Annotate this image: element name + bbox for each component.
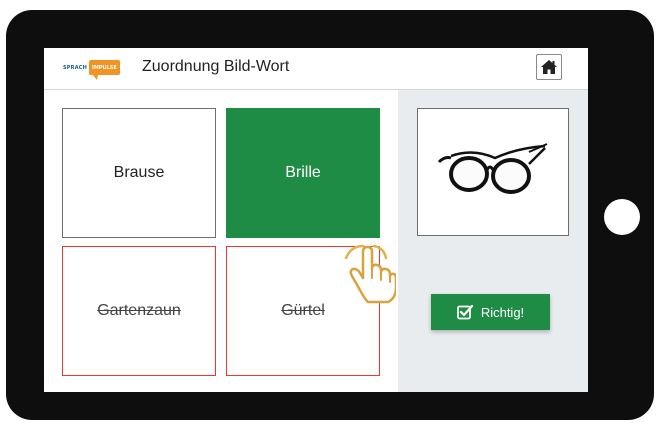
word-tile-brause[interactable]: Brause	[62, 108, 216, 238]
word-tiles-panel: Brause Brille Gartenzaun Gürtel	[44, 90, 398, 392]
word-tile-label: Gartenzaun	[97, 302, 181, 319]
word-tile-label: Gürtel	[281, 302, 325, 319]
app-screen: SPRACH IMPULSE Zuordnung Bild-Wort Braus…	[44, 48, 588, 392]
glasses-image	[437, 143, 548, 194]
app-logo: SPRACH IMPULSE	[61, 60, 120, 80]
picture-card	[417, 108, 569, 236]
pointing-hand-icon	[344, 244, 396, 304]
app-header: SPRACH IMPULSE Zuordnung Bild-Wort	[44, 48, 588, 90]
checkbox-check-icon	[456, 304, 473, 320]
house-icon	[541, 60, 557, 74]
feedback-label: Richtig!	[480, 304, 525, 320]
home-button[interactable]	[536, 54, 562, 80]
feedback-correct-button[interactable]: Richtig!	[431, 294, 550, 330]
tablet-home-button[interactable]	[604, 199, 640, 235]
picture-panel: Richtig!	[398, 90, 588, 392]
logo-part-b: IMPULSE	[89, 60, 120, 80]
word-tile-brille[interactable]: Brille	[226, 108, 380, 238]
word-tile-label: Brille	[285, 164, 321, 181]
page-title: Zuordnung Bild-Wort	[142, 58, 290, 75]
word-tile-gartenzaun[interactable]: Gartenzaun	[62, 246, 216, 376]
logo-part-a: SPRACH	[61, 60, 90, 75]
word-tile-label: Brause	[113, 164, 165, 181]
